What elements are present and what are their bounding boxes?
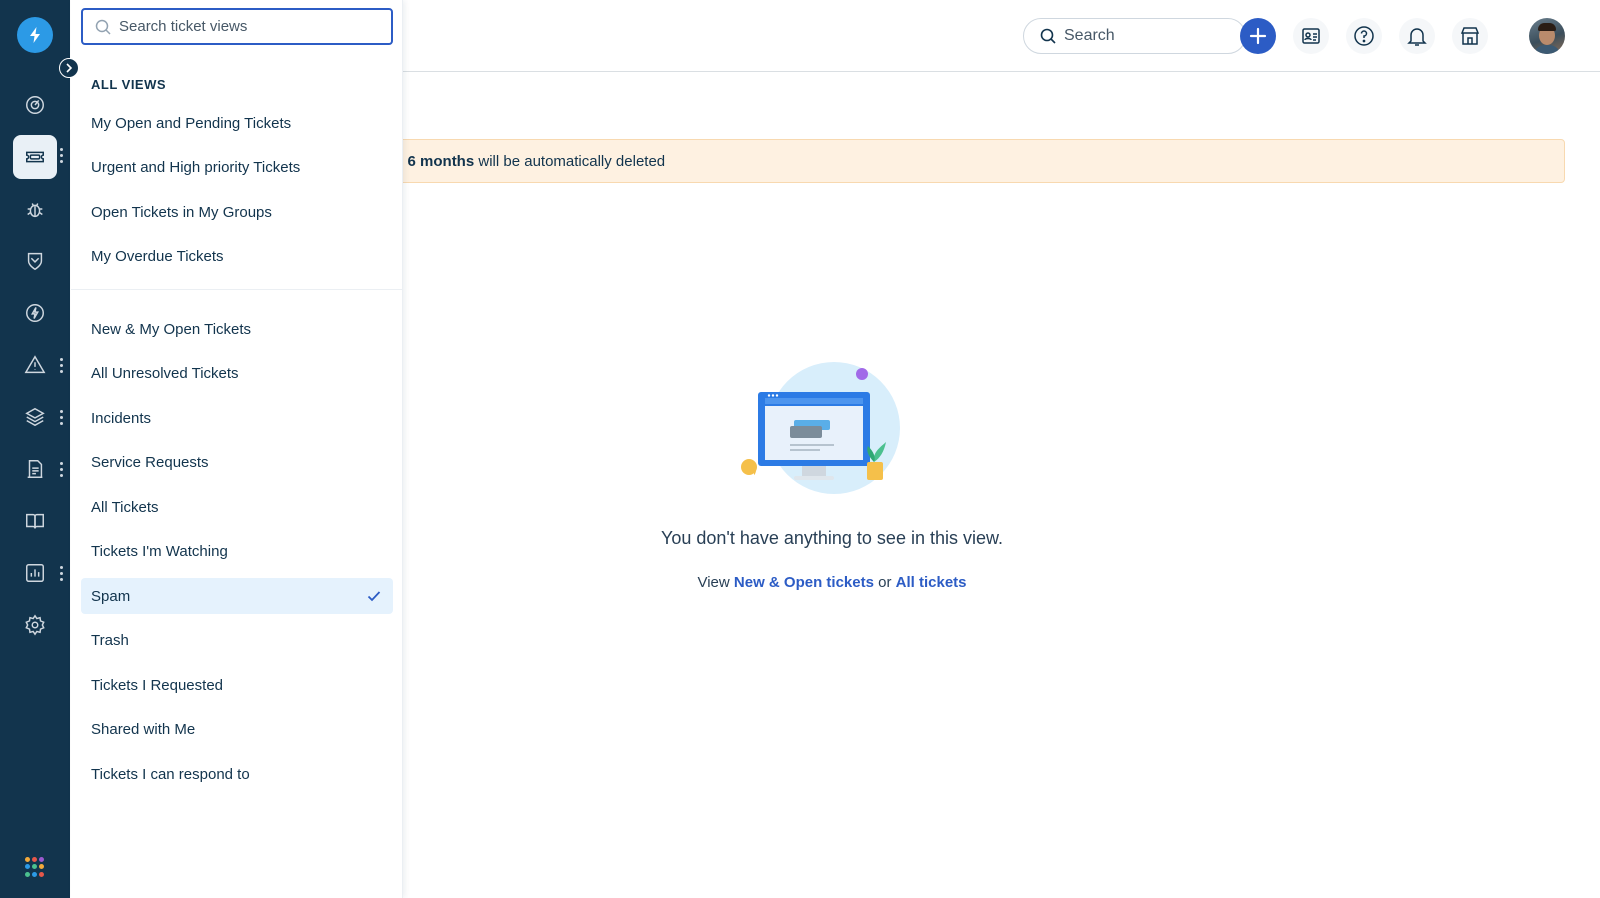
views-search-input[interactable]	[119, 18, 369, 35]
view-item[interactable]: My Open and Pending Tickets	[81, 105, 393, 141]
contacts-icon	[1302, 28, 1320, 44]
view-item[interactable]: Shared with Me	[81, 712, 393, 748]
contracts-more-icon[interactable]	[60, 462, 64, 478]
view-item-label: Trash	[91, 632, 129, 649]
reports-icon[interactable]	[13, 551, 57, 595]
view-item-label: Spam	[91, 587, 131, 605]
changes-icon[interactable]	[13, 291, 57, 335]
tickets-more-icon[interactable]	[60, 148, 64, 164]
new-button[interactable]	[1240, 18, 1276, 54]
empty-state-illustration	[740, 362, 914, 502]
view-item-selected[interactable]: Spam	[81, 578, 393, 614]
tickets-icon[interactable]	[13, 135, 57, 179]
bell-icon	[1407, 28, 1427, 46]
dashboard-icon[interactable]	[13, 83, 57, 127]
views-list-primary: My Open and Pending Tickets Urgent and H…	[81, 105, 393, 283]
search-icon	[1040, 28, 1056, 44]
view-item[interactable]: Tickets I can respond to	[81, 756, 393, 792]
view-item-label: Tickets I can respond to	[91, 765, 250, 783]
view-item-label: Open Tickets in My Groups	[91, 203, 272, 221]
view-item-label: My Overdue Tickets	[91, 248, 224, 265]
bug-icon[interactable]	[13, 187, 57, 231]
view-item-label: My Open and Pending Tickets	[91, 114, 292, 132]
reports-more-icon[interactable]	[60, 566, 64, 582]
views-search-box[interactable]	[81, 8, 393, 45]
banner-duration: 6 months	[407, 152, 475, 170]
alert-icon[interactable]	[13, 343, 57, 387]
view-item[interactable]: Tickets I'm Watching	[81, 534, 393, 570]
collapse-toggle-button[interactable]	[59, 58, 79, 78]
view-item[interactable]: Tickets I Requested	[81, 667, 393, 703]
view-item-label: New & My Open Tickets	[91, 320, 252, 338]
view-item-label: All Tickets	[91, 498, 159, 516]
notifications-button[interactable]	[1399, 18, 1435, 54]
user-avatar[interactable]	[1529, 18, 1565, 54]
views-list-secondary: New & My Open Tickets All Unresolved Tic…	[81, 311, 393, 801]
view-item[interactable]: Open Tickets in My Groups	[81, 194, 393, 230]
store-icon	[1460, 27, 1480, 45]
banner-text: will be automatically deleted	[478, 152, 666, 170]
all-views-heading: ALL VIEWS	[91, 77, 167, 92]
view-item-label: Urgent and High priority Tickets	[91, 159, 301, 176]
book-icon[interactable]	[13, 499, 57, 543]
view-item[interactable]: Urgent and High priority Tickets	[81, 150, 393, 186]
global-search-input[interactable]	[1064, 27, 1214, 45]
layers-icon[interactable]	[13, 395, 57, 439]
all-tickets-link[interactable]: All tickets	[896, 574, 967, 591]
view-item[interactable]: My Overdue Tickets	[81, 239, 393, 275]
empty-state-links: View New & Open tickets or All tickets	[600, 574, 1064, 591]
view-item-label: Tickets I'm Watching	[91, 543, 228, 560]
view-item-label: Shared with Me	[91, 721, 196, 738]
new-open-tickets-link[interactable]: New & Open tickets	[734, 574, 874, 591]
empty-state-title: You don't have anything to see in this v…	[660, 528, 1003, 548]
help-icon	[1354, 26, 1374, 46]
views-divider	[71, 289, 403, 290]
help-button[interactable]	[1346, 18, 1382, 54]
view-item-label: Incidents	[91, 409, 152, 427]
view-item-label: Tickets I Requested	[91, 676, 224, 694]
global-search-box[interactable]	[1023, 18, 1246, 54]
left-rail	[0, 0, 70, 898]
freshservice-logo-icon[interactable]	[17, 17, 53, 53]
chevron-right-icon	[66, 63, 73, 73]
empty-connector: or	[878, 574, 892, 591]
view-item[interactable]: Trash	[81, 623, 393, 659]
yellow-ball-icon	[741, 459, 757, 475]
settings-icon[interactable]	[13, 603, 57, 647]
checkmark-icon	[367, 591, 381, 602]
view-item-label: Service Requests	[91, 454, 209, 471]
plus-icon	[1249, 27, 1267, 45]
view-item[interactable]: Incidents	[81, 400, 393, 436]
view-item[interactable]: All Unresolved Tickets	[81, 356, 393, 392]
layers-more-icon[interactable]	[60, 410, 64, 426]
app-switcher-icon[interactable]	[25, 857, 45, 877]
view-item[interactable]: Service Requests	[81, 445, 393, 481]
search-icon	[95, 19, 111, 35]
store-button[interactable]	[1452, 18, 1488, 54]
alert-more-icon[interactable]	[60, 358, 64, 374]
contracts-icon[interactable]	[13, 447, 57, 491]
ticket-views-panel: ALL VIEWS My Open and Pending Tickets Ur…	[71, 0, 403, 898]
contacts-button[interactable]	[1293, 18, 1329, 54]
view-item[interactable]: New & My Open Tickets	[81, 311, 393, 347]
shield-icon[interactable]	[13, 239, 57, 283]
view-item[interactable]: All Tickets	[81, 489, 393, 525]
empty-view-prefix: View	[697, 574, 730, 591]
view-item-label: All Unresolved Tickets	[91, 365, 239, 382]
